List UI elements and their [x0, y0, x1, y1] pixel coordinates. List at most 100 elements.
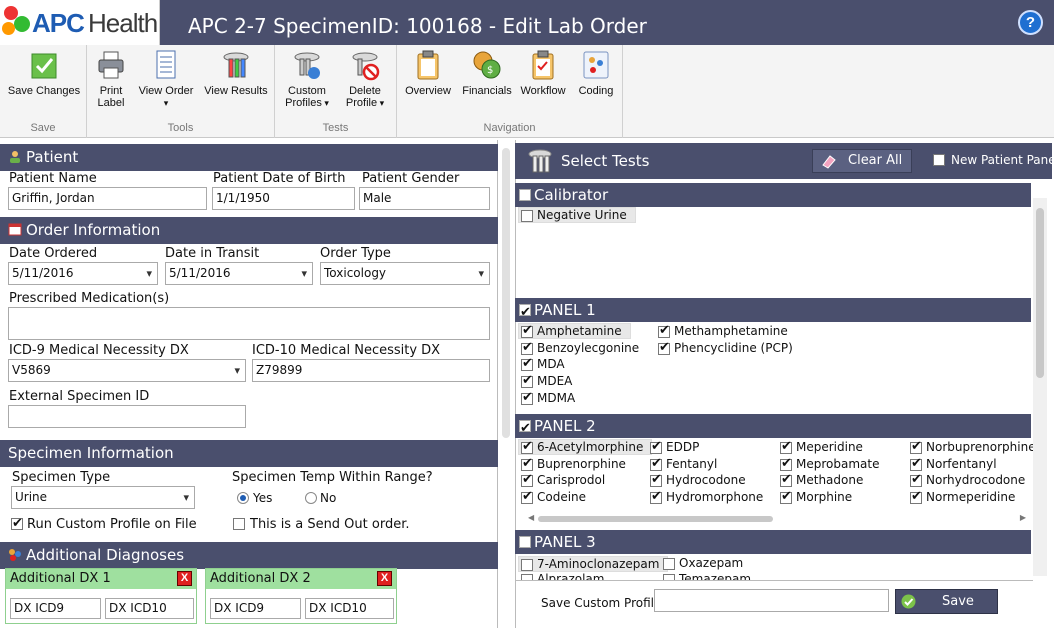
- test-item[interactable]: 6-Acetylmorphine: [518, 439, 653, 455]
- test-item[interactable]: Norfentanyl: [908, 456, 997, 473]
- save-changes-button[interactable]: Save Changes: [4, 49, 84, 97]
- test-item[interactable]: Amphetamine: [518, 323, 631, 339]
- send-out-checkbox[interactable]: [233, 518, 245, 530]
- test-item[interactable]: Benzoylecgonine: [519, 340, 639, 357]
- patient-gender-input[interactable]: Male: [359, 187, 490, 210]
- test-checkbox[interactable]: [910, 439, 922, 454]
- test-checkbox[interactable]: [521, 559, 533, 571]
- scroll-right-icon[interactable]: ▶: [1020, 513, 1026, 522]
- medication-input[interactable]: [8, 307, 490, 340]
- view-order-button[interactable]: View Order ▾: [135, 49, 197, 109]
- test-item[interactable]: Hydromorphone: [648, 489, 763, 506]
- test-item[interactable]: Temazepam: [661, 572, 751, 580]
- test-item[interactable]: MDEA: [519, 373, 572, 390]
- test-item[interactable]: Normeperidine: [908, 489, 1015, 506]
- financials-button[interactable]: $ Financials: [459, 49, 515, 97]
- test-checkbox[interactable]: [910, 456, 922, 471]
- patient-dob-input[interactable]: 1/1/1950: [212, 187, 355, 210]
- test-item[interactable]: EDDP: [648, 439, 699, 456]
- test-checkbox[interactable]: [521, 489, 533, 504]
- test-item[interactable]: Carisprodol: [519, 472, 605, 489]
- test-item[interactable]: MDA: [519, 356, 565, 373]
- test-item[interactable]: MDMA: [519, 390, 575, 407]
- date-ordered-select[interactable]: 5/11/2016: [8, 262, 158, 285]
- test-item[interactable]: 7-Aminoclonazepam: [518, 556, 669, 572]
- temp-yes-radio[interactable]: [237, 492, 249, 504]
- workflow-button[interactable]: Workflow: [517, 49, 569, 97]
- remove-dx-1-button[interactable]: X: [177, 571, 192, 586]
- dx-1-icd10-input[interactable]: DX ICD10: [105, 598, 194, 619]
- test-checkbox[interactable]: [780, 489, 792, 504]
- test-checkbox[interactable]: [521, 323, 533, 338]
- test-checkbox[interactable]: [521, 356, 533, 371]
- test-checkbox[interactable]: [650, 489, 662, 504]
- view-results-button[interactable]: View Results: [201, 49, 271, 97]
- test-item[interactable]: Hydrocodone: [648, 472, 746, 489]
- test-item[interactable]: Fentanyl: [648, 456, 717, 473]
- external-specimen-id-input[interactable]: [8, 405, 246, 428]
- test-checkbox[interactable]: [521, 390, 533, 405]
- icd10-input[interactable]: Z79899: [252, 359, 490, 382]
- test-item[interactable]: Norhydrocodone: [908, 472, 1025, 489]
- remove-dx-2-button[interactable]: X: [377, 571, 392, 586]
- specimen-type-select[interactable]: Urine: [11, 486, 195, 509]
- new-patient-panel-toggle[interactable]: New Patient Panel: [933, 153, 1054, 167]
- test-item[interactable]: Phencyclidine (PCP): [656, 340, 793, 357]
- test-item[interactable]: Morphine: [778, 489, 852, 506]
- test-item[interactable]: Methamphetamine: [656, 323, 788, 340]
- test-checkbox[interactable]: [521, 210, 533, 222]
- scroll-thumb[interactable]: [538, 516, 773, 522]
- test-checkbox[interactable]: [910, 489, 922, 504]
- test-checkbox[interactable]: [780, 439, 792, 454]
- delete-profile-button[interactable]: Delete Profile: [337, 49, 393, 109]
- tests-vertical-scrollbar[interactable]: [1033, 198, 1047, 576]
- print-label-button[interactable]: Print Label: [91, 49, 131, 109]
- test-checkbox[interactable]: [521, 456, 533, 471]
- test-checkbox[interactable]: [650, 456, 662, 471]
- test-checkbox[interactable]: [663, 558, 675, 570]
- test-checkbox[interactable]: [658, 323, 670, 338]
- save-custom-profile-input[interactable]: [654, 589, 889, 612]
- test-checkbox[interactable]: [780, 472, 792, 487]
- test-item[interactable]: Buprenorphine: [519, 456, 626, 473]
- temp-no-radio[interactable]: [305, 492, 317, 504]
- test-item[interactable]: Meprobamate: [778, 456, 879, 473]
- test-checkbox[interactable]: [650, 472, 662, 487]
- test-checkbox[interactable]: [521, 472, 533, 487]
- coding-button[interactable]: Coding: [573, 49, 619, 97]
- clear-all-button[interactable]: Clear All: [812, 149, 912, 173]
- dx-1-icd9-input[interactable]: DX ICD9: [10, 598, 101, 619]
- icd9-select[interactable]: V5869: [8, 359, 246, 382]
- calibrator-checkbox[interactable]: [519, 189, 531, 201]
- test-item[interactable]: Norbuprenorphine: [908, 439, 1036, 456]
- new-patient-panel-checkbox[interactable]: [933, 154, 945, 166]
- panel-2-horizontal-scrollbar[interactable]: ◀ ▶: [528, 513, 1026, 525]
- test-item[interactable]: Codeine: [519, 489, 586, 506]
- test-checkbox[interactable]: [521, 340, 533, 355]
- dx-2-icd9-input[interactable]: DX ICD9: [210, 598, 301, 619]
- test-checkbox[interactable]: [658, 340, 670, 355]
- save-profile-button[interactable]: Save: [895, 589, 998, 614]
- patient-name-input[interactable]: Griffin, Jordan: [8, 187, 207, 210]
- test-item[interactable]: Methadone: [778, 472, 863, 489]
- custom-profiles-button[interactable]: Custom Profiles: [279, 49, 335, 109]
- help-button[interactable]: ?: [1018, 10, 1043, 35]
- order-type-select[interactable]: Toxicology: [320, 262, 490, 285]
- overview-button[interactable]: Overview: [401, 49, 455, 97]
- test-checkbox[interactable]: [780, 456, 792, 471]
- date-transit-select[interactable]: 5/11/2016: [165, 262, 313, 285]
- form-scrollbar[interactable]: [502, 148, 510, 438]
- run-custom-profile-checkbox[interactable]: [11, 515, 23, 531]
- panel-3-checkbox[interactable]: [519, 536, 531, 548]
- test-item[interactable]: Negative Urine: [518, 207, 636, 223]
- scroll-left-icon[interactable]: ◀: [528, 513, 534, 522]
- scroll-thumb[interactable]: [1036, 208, 1044, 378]
- test-item[interactable]: Alprazolam: [519, 572, 604, 580]
- test-item[interactable]: Meperidine: [778, 439, 863, 456]
- panel-1-checkbox[interactable]: [519, 301, 531, 325]
- test-checkbox[interactable]: [910, 472, 922, 487]
- test-checkbox[interactable]: [521, 439, 533, 454]
- test-checkbox[interactable]: [521, 373, 533, 388]
- dx-2-icd10-input[interactable]: DX ICD10: [305, 598, 394, 619]
- panel-2-checkbox[interactable]: [519, 417, 531, 441]
